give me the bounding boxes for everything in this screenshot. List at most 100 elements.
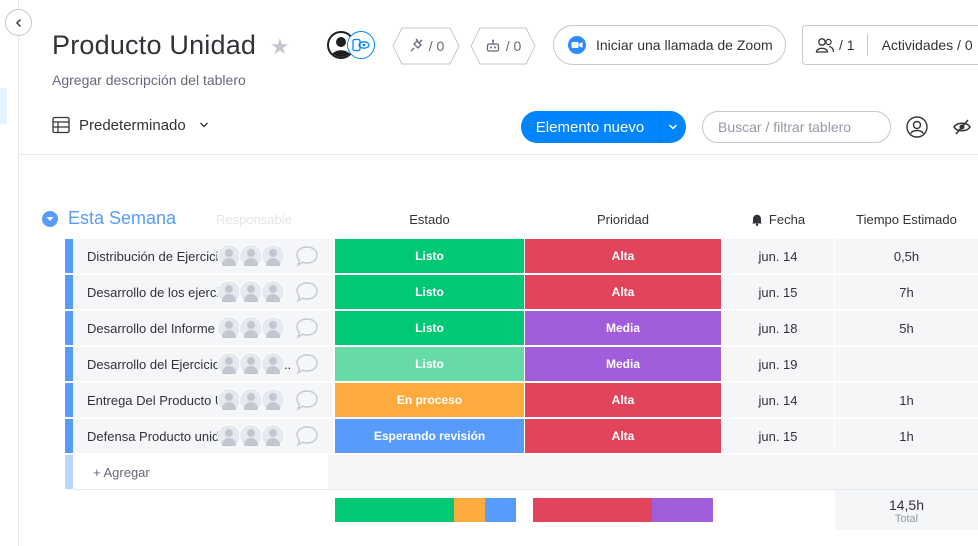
view-label: Predeterminado [79, 116, 186, 134]
collapse-sidebar-button[interactable] [5, 9, 32, 36]
status-cell[interactable]: Listo [335, 275, 524, 309]
group-color-bar [65, 347, 73, 381]
avatar [239, 424, 263, 448]
avatar [217, 316, 241, 340]
date-cell[interactable]: jun. 14 [722, 239, 834, 273]
chevron-down-icon [46, 217, 54, 221]
table-row[interactable]: Distribución de Ejercicios Listo Alta jun. … [65, 239, 978, 273]
status-cell[interactable]: Esperando revisión [335, 419, 524, 453]
group-title[interactable]: Esta Semana [68, 208, 176, 229]
summary-segment [335, 498, 455, 522]
total-label: Total [894, 513, 919, 525]
updates-bubble-icon[interactable] [295, 389, 319, 416]
priority-cell[interactable]: Alta [525, 383, 721, 417]
automations-button[interactable]: / 0 [470, 27, 536, 65]
person-filter-icon[interactable] [906, 116, 928, 143]
updates-bubble-icon[interactable] [295, 245, 319, 272]
bell-icon [751, 214, 762, 226]
avatar [239, 388, 263, 412]
summary-segment [533, 498, 652, 522]
status-cell[interactable]: En proceso [335, 383, 524, 417]
updates-bubble-icon[interactable] [295, 353, 319, 380]
table-row[interactable]: Defensa Producto unidad Esperando revisió… [65, 419, 978, 453]
priority-cell[interactable]: Media [525, 311, 721, 345]
updates-bubble-icon[interactable] [295, 425, 319, 452]
chevron-left-icon [15, 18, 21, 27]
avatar [261, 244, 285, 268]
robot-icon [486, 39, 499, 52]
search-input[interactable] [702, 111, 891, 143]
add-row-cells [328, 455, 978, 489]
board-description[interactable]: Agregar descripción del tablero [52, 72, 246, 88]
status-cell[interactable]: Listo [335, 311, 524, 345]
avatar [217, 244, 241, 268]
members-button[interactable]: / 1 [803, 34, 868, 56]
add-item-row: + Agregar [65, 455, 978, 490]
people-icon [815, 38, 835, 53]
avatar [239, 352, 263, 376]
avatar [261, 388, 285, 412]
table-icon [52, 116, 70, 134]
avatar [217, 388, 241, 412]
date-cell[interactable]: jun. 15 [722, 419, 834, 453]
time-total-summary: 14,5h Total [835, 490, 978, 530]
table-row[interactable]: Desarrollo del Ejercicio en AppInv... Lis… [65, 347, 978, 381]
priority-cell[interactable]: Alta [525, 275, 721, 309]
total-value: 14,5h [888, 497, 925, 513]
status-cell[interactable]: Listo [335, 239, 524, 273]
table-row[interactable]: Desarrollo del Informe Listo Media jun. 18 5… [65, 311, 978, 345]
status-cell[interactable]: Listo [335, 347, 524, 381]
avatar [261, 280, 285, 304]
priority-cell[interactable]: Alta [525, 239, 721, 273]
date-cell[interactable]: jun. 15 [722, 275, 834, 309]
board-subscribers[interactable] [327, 31, 379, 61]
priority-summary-bar[interactable] [533, 498, 713, 522]
status-summary-bar[interactable] [335, 498, 516, 522]
time-column-header[interactable]: Tiempo Estimado [835, 212, 978, 227]
favorite-star-icon[interactable]: ★ [270, 34, 290, 60]
date-cell[interactable]: jun. 19 [722, 347, 834, 381]
board-title[interactable]: Producto Unidad [52, 30, 256, 61]
priority-cell[interactable]: Alta [525, 419, 721, 453]
updates-bubble-icon[interactable] [295, 317, 319, 344]
table-row[interactable]: Desarrollo de los ejercicios Listo Alta jun… [65, 275, 978, 309]
integrations-count: / 0 [428, 38, 445, 54]
zoom-call-label: Iniciar una llamada de Zoom [596, 37, 773, 53]
priority-column-header[interactable]: Prioridad [525, 212, 721, 227]
time-cell[interactable] [835, 347, 978, 381]
avatar [217, 352, 241, 376]
time-cell[interactable]: 0,5h [835, 239, 978, 273]
share-board-icon[interactable] [347, 31, 375, 59]
owner-column-header: Responsable [216, 212, 292, 227]
add-item-input[interactable]: + Agregar [73, 455, 328, 489]
avatar [261, 352, 285, 376]
sidebar-active-indicator [0, 88, 7, 124]
new-item-dropdown[interactable] [660, 122, 686, 132]
time-cell[interactable]: 1h [835, 383, 978, 417]
avatar [261, 424, 285, 448]
date-cell[interactable]: jun. 14 [722, 383, 834, 417]
date-cell[interactable]: jun. 18 [722, 311, 834, 345]
view-selector[interactable]: Predeterminado [52, 116, 209, 134]
status-column-header[interactable]: Estado [335, 212, 524, 227]
summary-segment [651, 498, 713, 522]
priority-cell[interactable]: Media [525, 347, 721, 381]
updates-bubble-icon[interactable] [295, 281, 319, 308]
zoom-camera-icon [568, 36, 586, 54]
time-cell[interactable]: 5h [835, 311, 978, 345]
avatar [217, 424, 241, 448]
integrations-plug-icon [410, 38, 423, 52]
hide-columns-icon[interactable] [953, 118, 971, 141]
zoom-call-button[interactable]: Iniciar una llamada de Zoom [553, 25, 786, 65]
activity-button[interactable]: Actividades / 0 [868, 37, 973, 53]
group-collapse-button[interactable] [42, 211, 58, 227]
time-cell[interactable]: 7h [835, 275, 978, 309]
avatar [261, 316, 285, 340]
avatar [217, 280, 241, 304]
integrations-button[interactable]: / 0 [392, 27, 460, 65]
new-item-button[interactable]: Elemento nuevo [521, 111, 686, 143]
time-cell[interactable]: 1h [835, 419, 978, 453]
table-row[interactable]: Entrega Del Producto Unidad En proceso Alt… [65, 383, 978, 417]
chevron-down-icon [199, 122, 208, 128]
date-column-header[interactable]: Fecha [722, 212, 834, 227]
